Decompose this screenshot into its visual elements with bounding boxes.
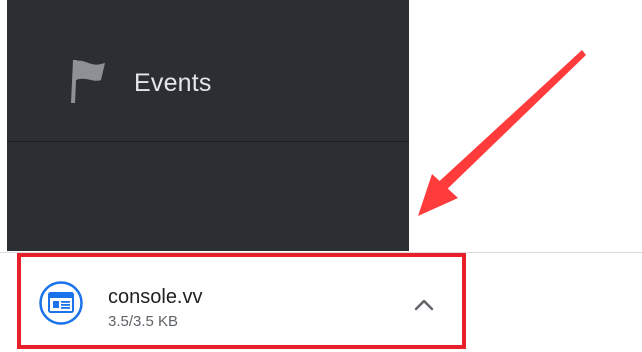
download-bar: console.vv 3.5/3.5 KB <box>0 252 642 352</box>
sidebar: Events <box>7 0 409 251</box>
sidebar-empty-area <box>7 143 409 251</box>
screen: Events console.vv 3.5/3.5 KB <box>0 0 642 352</box>
download-progress-text: 3.5/3.5 KB <box>108 313 179 330</box>
file-icon <box>39 281 83 325</box>
chevron-up-icon[interactable] <box>406 290 442 318</box>
sidebar-item-events[interactable]: Events <box>7 10 409 142</box>
download-item[interactable]: console.vv 3.5/3.5 KB <box>17 253 466 349</box>
flag-icon <box>65 55 111 107</box>
download-file-name: console.vv <box>108 286 203 308</box>
sidebar-item-label: Events <box>134 69 212 97</box>
